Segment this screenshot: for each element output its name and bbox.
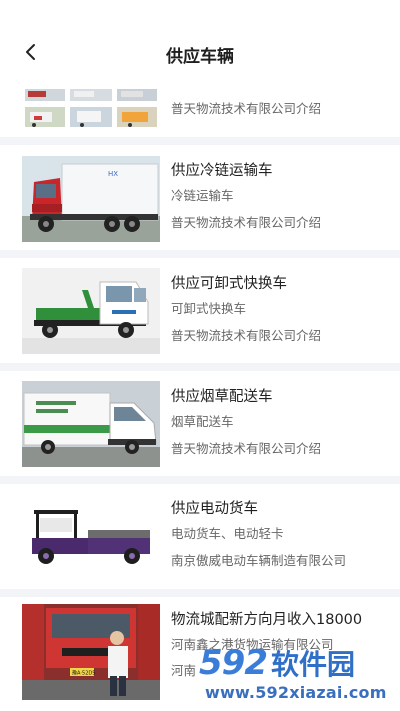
company-link[interactable]: 河南 xyxy=(171,660,196,679)
vehicle-image xyxy=(22,268,160,354)
list-item[interactable]: 供应电动货车 电动货车、电动轻卡 南京傲威电动车辆制造有限公司 xyxy=(0,484,400,589)
watermark-number: 592 xyxy=(199,643,268,683)
app-header: 供应车辆 xyxy=(0,0,400,84)
list-item[interactable]: 供应可卸式快换车 可卸式快换车 普天物流技术有限公司介绍 xyxy=(0,258,400,363)
vehicle-image: HX xyxy=(22,156,160,242)
company-link[interactable]: 普天物流技术有限公司介绍 xyxy=(171,212,321,231)
company-link[interactable]: 普天物流技术有限公司介绍 xyxy=(171,325,321,344)
item-subtitle: 烟草配送车 xyxy=(171,414,234,429)
list-item[interactable]: 供应烟草配送车 烟草配送车 普天物流技术有限公司介绍 xyxy=(0,371,400,476)
item-subtitle: 电动货车、电动轻卡 xyxy=(171,526,284,541)
list-item[interactable]: HX 供应冷链运输车 冷链运输车 普天物流技术有限公司介绍 xyxy=(0,145,400,250)
vehicle-image xyxy=(22,88,160,130)
item-title: 供应电动货车 xyxy=(171,501,258,517)
company-link[interactable]: 普天物流技术有限公司介绍 xyxy=(171,98,321,117)
item-title: 物流城配新方向月收入18000 xyxy=(171,612,363,628)
vehicle-image: 豫A·52D5 xyxy=(22,604,160,700)
vehicle-image xyxy=(22,381,160,467)
item-title: 供应可卸式快换车 xyxy=(171,276,287,292)
item-title: 供应烟草配送车 xyxy=(171,389,273,405)
watermark-url: www.592xiazai.com xyxy=(205,683,387,702)
company-link[interactable]: 南京傲威电动车辆制造有限公司 xyxy=(171,550,346,569)
watermark: 592 软件园 www.592xiazai.com xyxy=(197,640,397,711)
list-item[interactable]: 普天物流技术有限公司介绍 xyxy=(0,84,400,137)
item-subtitle: 冷链运输车 xyxy=(171,188,234,203)
company-link[interactable]: 普天物流技术有限公司介绍 xyxy=(171,438,321,457)
vehicle-image xyxy=(22,494,160,580)
page-title: 供应车辆 xyxy=(166,47,234,67)
watermark-logo: 592 软件园 xyxy=(199,640,355,686)
item-title: 供应冷链运输车 xyxy=(171,163,273,179)
item-subtitle: 可卸式快换车 xyxy=(171,301,247,316)
truck-brand-text: HX xyxy=(108,170,118,178)
license-plate-text: 豫A·52D5 xyxy=(72,670,95,677)
watermark-brand: 软件园 xyxy=(270,648,355,681)
vehicle-list[interactable]: 普天物流技术有限公司介绍 HX 供应冷链运输车 冷链运输车 普天物流技术有限公司… xyxy=(0,84,400,711)
